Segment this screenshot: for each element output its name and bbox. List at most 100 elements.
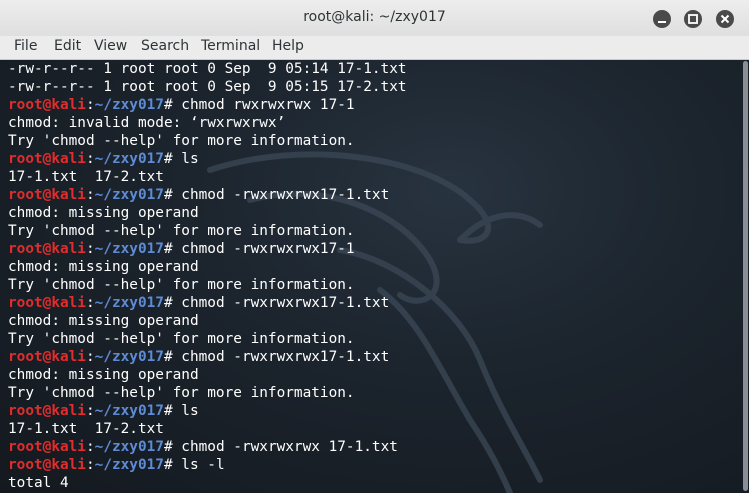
window-title: root@kali: ~/zxy017 xyxy=(303,9,446,25)
output-line: -rw-r--r-- 1 root root 0 Sep 9 05:14 17-… xyxy=(8,60,407,78)
prompt-separator: : xyxy=(85,187,95,203)
terminal-output[interactable]: -rw-r--r-- 1 root root 0 Sep 9 05:14 17-… xyxy=(0,60,749,493)
command-text: chmod rwxrwxrwx 17-1 xyxy=(172,97,355,113)
output-line: Try 'chmod --help' for more information. xyxy=(8,276,407,294)
command-line: root@kali:~/zxy017# chmod -rwxrwxrwx17-1… xyxy=(8,294,407,312)
output-line: chmod: missing operand xyxy=(8,366,407,384)
output-line: 17-1.txt 17-2.txt xyxy=(8,420,407,438)
output-line: Try 'chmod --help' for more information. xyxy=(8,132,407,150)
prompt-separator: : xyxy=(85,439,95,455)
prompt-path: ~/zxy017 xyxy=(94,439,164,455)
close-icon xyxy=(720,14,730,24)
close-button[interactable] xyxy=(716,10,734,28)
output-text: chmod: missing operand xyxy=(8,313,199,329)
prompt-symbol: # xyxy=(163,439,173,455)
menu-help[interactable]: Help xyxy=(272,38,304,54)
scrollbar-thumb[interactable] xyxy=(743,61,748,491)
menu-file[interactable]: File xyxy=(14,38,37,54)
output-line: -rw-r--r-- 1 root root 0 Sep 9 05:15 17-… xyxy=(8,78,407,96)
minimize-icon xyxy=(658,21,666,23)
output-text: -rw-r--r-- 1 root root 0 Sep 9 05:14 17-… xyxy=(8,61,407,77)
maximize-icon xyxy=(688,14,698,24)
output-text: 17-1.txt 17-2.txt xyxy=(8,169,164,185)
prompt-separator: : xyxy=(85,295,95,311)
output-text: -rw-r--r-- 1 root root 0 Sep 9 05:15 17-… xyxy=(8,79,407,95)
prompt-path: ~/zxy017 xyxy=(94,403,164,419)
command-text: ls xyxy=(172,151,199,167)
command-line: root@kali:~/zxy017# ls xyxy=(8,150,407,168)
output-text: Try 'chmod --help' for more information. xyxy=(8,223,355,239)
prompt-separator: : xyxy=(85,241,95,257)
prompt-user-host: root@kali xyxy=(8,187,86,203)
prompt-user-host: root@kali xyxy=(8,457,86,473)
prompt-separator: : xyxy=(85,151,95,167)
output-text: 17-1.txt 17-2.txt xyxy=(8,421,164,437)
prompt-path: ~/zxy017 xyxy=(94,187,164,203)
output-text: Try 'chmod --help' for more information. xyxy=(8,385,355,401)
prompt-separator: : xyxy=(85,97,95,113)
output-text: chmod: invalid mode: ‘rwxrwxrwx’ xyxy=(8,115,286,131)
command-text: chmod -rwxrwxrwx17-1.txt xyxy=(172,187,390,203)
prompt-symbol: # xyxy=(163,295,173,311)
menu-bar: File Edit View Search Terminal Help xyxy=(0,36,749,60)
prompt-user-host: root@kali xyxy=(8,97,86,113)
command-text: ls xyxy=(172,403,199,419)
command-line: root@kali:~/zxy017# chmod -rwxrwxrwx17-1 xyxy=(8,240,407,258)
prompt-path: ~/zxy017 xyxy=(94,349,164,365)
scrollbar[interactable] xyxy=(742,60,749,493)
prompt-separator: : xyxy=(85,349,95,365)
minimize-button[interactable] xyxy=(653,10,671,28)
output-line: Try 'chmod --help' for more information. xyxy=(8,222,407,240)
menu-terminal[interactable]: Terminal xyxy=(201,38,260,54)
output-line: chmod: missing operand xyxy=(8,204,407,222)
prompt-user-host: root@kali xyxy=(8,151,86,167)
prompt-user-host: root@kali xyxy=(8,241,86,257)
command-line: root@kali:~/zxy017# ls -l xyxy=(8,456,407,474)
output-text: total 4 xyxy=(8,475,69,491)
output-line: chmod: missing operand xyxy=(8,312,407,330)
prompt-path: ~/zxy017 xyxy=(94,151,164,167)
output-line: Try 'chmod --help' for more information. xyxy=(8,330,407,348)
prompt-user-host: root@kali xyxy=(8,403,86,419)
prompt-symbol: # xyxy=(163,349,173,365)
command-line: root@kali:~/zxy017# chmod -rwxrwxrwx17-1… xyxy=(8,186,407,204)
output-line: chmod: invalid mode: ‘rwxrwxrwx’ xyxy=(8,114,407,132)
prompt-user-host: root@kali xyxy=(8,439,86,455)
output-text: chmod: missing operand xyxy=(8,259,199,275)
menu-search[interactable]: Search xyxy=(141,38,189,54)
menu-view[interactable]: View xyxy=(94,38,127,54)
prompt-user-host: root@kali xyxy=(8,295,86,311)
terminal-window: root@kali: ~/zxy017 File Edit View Searc… xyxy=(0,0,749,493)
command-line: root@kali:~/zxy017# ls xyxy=(8,402,407,420)
output-text: Try 'chmod --help' for more information. xyxy=(8,277,355,293)
output-line: chmod: missing operand xyxy=(8,258,407,276)
command-text: chmod -rwxrwxrwx17-1.txt xyxy=(172,349,390,365)
prompt-symbol: # xyxy=(163,151,173,167)
title-bar[interactable]: root@kali: ~/zxy017 xyxy=(0,0,749,37)
command-text: chmod -rwxrwxrwx 17-1.txt xyxy=(172,439,398,455)
output-line: total 4 xyxy=(8,474,407,492)
output-text: chmod: missing operand xyxy=(8,367,199,383)
output-line: 17-1.txt 17-2.txt xyxy=(8,168,407,186)
prompt-symbol: # xyxy=(163,187,173,203)
prompt-path: ~/zxy017 xyxy=(94,457,164,473)
command-line: root@kali:~/zxy017# chmod rwxrwxrwx 17-1 xyxy=(8,96,407,114)
prompt-user-host: root@kali xyxy=(8,349,86,365)
command-line: root@kali:~/zxy017# chmod -rwxrwxrwx17-1… xyxy=(8,348,407,366)
prompt-separator: : xyxy=(85,403,95,419)
prompt-path: ~/zxy017 xyxy=(94,97,164,113)
maximize-button[interactable] xyxy=(684,10,702,28)
command-line: root@kali:~/zxy017# chmod -rwxrwxrwx 17-… xyxy=(8,438,407,456)
prompt-path: ~/zxy017 xyxy=(94,295,164,311)
prompt-symbol: # xyxy=(163,403,173,419)
output-text: Try 'chmod --help' for more information. xyxy=(8,331,355,347)
command-text: ls -l xyxy=(172,457,225,473)
command-text: chmod -rwxrwxrwx17-1.txt xyxy=(172,295,390,311)
output-text: chmod: missing operand xyxy=(8,205,199,221)
prompt-path: ~/zxy017 xyxy=(94,241,164,257)
output-text: Try 'chmod --help' for more information. xyxy=(8,133,355,149)
command-text: chmod -rwxrwxrwx17-1 xyxy=(172,241,355,257)
prompt-symbol: # xyxy=(163,241,173,257)
menu-edit[interactable]: Edit xyxy=(54,38,81,54)
prompt-separator: : xyxy=(85,457,95,473)
